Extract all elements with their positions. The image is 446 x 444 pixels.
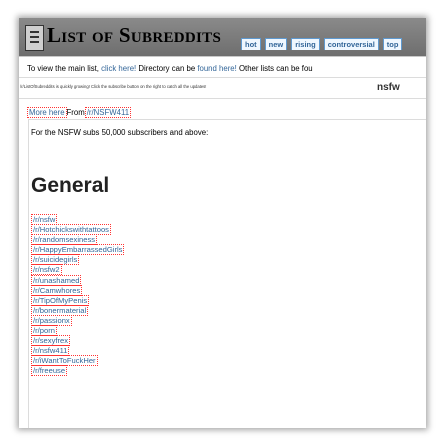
subreddit-link[interactable]: /r/unashamed: [31, 274, 82, 286]
tab-rising[interactable]: rising: [291, 38, 320, 50]
directory-link[interactable]: found here!: [197, 64, 236, 73]
info-bar: To view the main list, click here! Direc…: [27, 64, 313, 73]
more-here-link[interactable]: More here: [27, 107, 67, 118]
update-notice: /r/ListOfSubreddits is quickly growing! …: [20, 84, 207, 89]
main-list-link[interactable]: click here!: [101, 64, 136, 73]
sort-tabs: hot new rising controversial top: [241, 38, 406, 50]
info-text-2: Directory can be: [138, 64, 196, 73]
info-text-3: Other lists can be fou: [238, 64, 313, 73]
nsfw-label: nsfw: [377, 82, 400, 93]
divider: [19, 77, 426, 78]
site-header: List of Subreddits hot new rising controver…: [19, 18, 426, 57]
tab-new[interactable]: new: [264, 38, 288, 50]
site-title[interactable]: List of Subreddits: [47, 23, 221, 51]
from-text: From: [66, 108, 85, 117]
subreddit-link[interactable]: /r/freeuse: [31, 365, 68, 377]
subreddit-link[interactable]: /r/Camwhores: [31, 284, 83, 296]
info-text-1: To view the main list,: [27, 64, 99, 73]
more-bar: More here From/r/NSFW411: [27, 107, 132, 118]
subreddit-list: /r/nsfw /r/Hotchickswithtattoos /r/rando…: [31, 214, 125, 377]
tab-controversial[interactable]: controversial: [323, 38, 379, 50]
nsfw411-link[interactable]: /r/NSFW411: [84, 107, 132, 118]
section-heading: General: [31, 174, 110, 197]
tab-top[interactable]: top: [382, 38, 403, 50]
tab-hot[interactable]: hot: [241, 38, 261, 50]
list-item: /r/freeuse: [31, 365, 124, 377]
subreddit-link[interactable]: /r/nsfw2: [31, 264, 62, 276]
page-frame: List of Subreddits hot new rising controver…: [19, 18, 426, 428]
document-icon[interactable]: [25, 25, 44, 51]
post-intro: For the NSFW subs 50,000 subscribers and…: [31, 128, 209, 137]
divider: [19, 98, 426, 99]
